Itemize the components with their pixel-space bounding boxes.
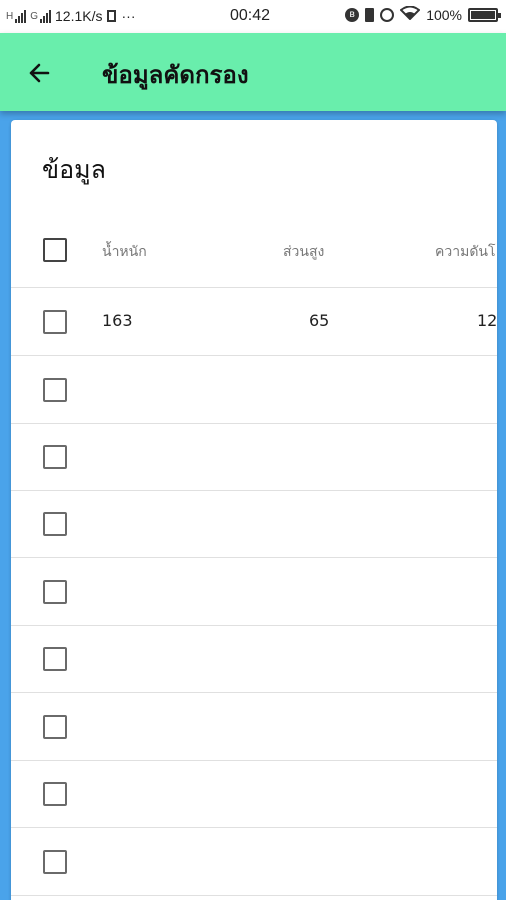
wifi-icon xyxy=(399,5,421,23)
table-row[interactable] xyxy=(11,693,497,761)
select-all-checkbox[interactable] xyxy=(43,238,67,262)
row-checkbox[interactable] xyxy=(43,647,67,671)
table-row[interactable] xyxy=(11,490,497,558)
status-left: H G 12.1K/s ··· xyxy=(6,8,136,24)
cell-weight: 163 xyxy=(102,311,133,330)
app-bar: ข้อมูลคัดกรอง xyxy=(0,33,506,111)
signal-icon xyxy=(15,9,27,23)
table-row[interactable] xyxy=(11,828,497,896)
card-title: ข้อมูล xyxy=(42,155,106,184)
status-bar: H G 12.1K/s ··· 00:42 ʙ 100% xyxy=(0,0,506,33)
table-row[interactable] xyxy=(11,356,497,424)
network-type-2: G xyxy=(30,10,39,22)
row-checkbox[interactable] xyxy=(43,850,67,874)
row-checkbox[interactable] xyxy=(43,580,67,604)
status-right: ʙ 100% xyxy=(345,5,501,23)
row-checkbox[interactable] xyxy=(43,310,67,334)
battery-percent: 100% xyxy=(426,6,462,23)
table-row[interactable] xyxy=(11,625,497,693)
row-checkbox[interactable] xyxy=(43,445,67,469)
row-checkbox[interactable] xyxy=(43,512,67,536)
back-button[interactable] xyxy=(22,55,58,91)
network-type-1: H xyxy=(6,10,14,22)
signal-icon-2 xyxy=(40,9,52,23)
cell-blood-pressure: 12 xyxy=(477,311,497,330)
row-checkbox[interactable] xyxy=(43,782,67,806)
battery-saver-icon xyxy=(365,7,375,22)
page-title: ข้อมูลคัดกรอง xyxy=(102,61,249,89)
data-card: ข้อมูล น้ำหนัก ส่วนสูง ความดันโ 163 65 1… xyxy=(11,120,497,900)
column-header-weight: น้ำหนัก xyxy=(102,244,147,260)
column-header-height: ส่วนสูง xyxy=(283,244,325,260)
sim-icon xyxy=(106,10,116,22)
cell-height: 65 xyxy=(309,311,330,330)
column-header-blood-pressure: ความดันโ xyxy=(435,244,496,260)
table-row[interactable] xyxy=(11,558,497,626)
row-checkbox[interactable] xyxy=(43,378,67,402)
table-header-row: น้ำหนัก ส่วนสูง ความดันโ xyxy=(11,210,497,288)
bluetooth-icon: ʙ xyxy=(345,7,360,22)
table-row[interactable] xyxy=(11,423,497,491)
more-dots: ··· xyxy=(121,8,136,24)
arrow-back-icon xyxy=(29,63,50,83)
table-row[interactable]: 163 65 12 xyxy=(11,288,497,356)
row-checkbox[interactable] xyxy=(43,715,67,739)
network-speed: 12.1K/s xyxy=(55,8,103,24)
clock: 00:42 xyxy=(230,7,271,24)
table-row[interactable] xyxy=(11,760,497,828)
alarm-icon xyxy=(380,7,395,22)
battery-icon xyxy=(468,7,501,22)
